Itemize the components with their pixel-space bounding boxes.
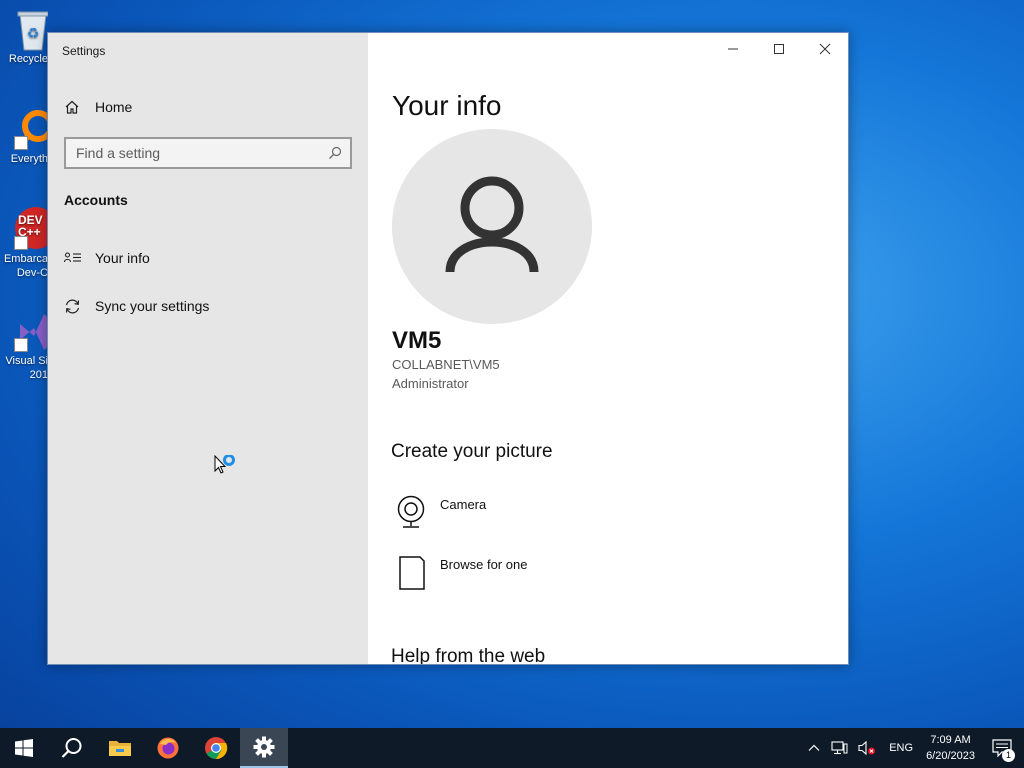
recycle-bin-icon: ♻ — [17, 11, 49, 51]
search-input[interactable] — [76, 145, 328, 161]
settings-icon — [253, 736, 275, 758]
camera-icon — [397, 495, 425, 528]
nav-pane: Settings Home Accounts Yo — [48, 33, 368, 664]
file-explorer-button[interactable] — [96, 728, 144, 768]
camera-option[interactable]: Camera — [394, 495, 694, 535]
nav-home-label: Home — [95, 99, 133, 115]
nav-item-your-info[interactable]: Your info — [64, 245, 352, 271]
notification-count-badge: 1 — [1002, 749, 1015, 762]
maximize-icon — [774, 44, 784, 54]
document-icon — [399, 556, 425, 590]
network-icon — [831, 741, 848, 755]
chrome-icon — [205, 737, 228, 760]
page-title: Your info — [392, 90, 502, 121]
desktop-icon-visual-studio[interactable]: Visual Si 201 — [0, 308, 48, 382]
system-tray: ENG 7:09 AM 6/20/2023 1 — [803, 728, 1024, 768]
settings-taskbar-button[interactable] — [240, 728, 288, 768]
shortcut-arrow-icon — [14, 236, 28, 250]
action-center-button[interactable]: 1 — [980, 728, 1024, 768]
window-controls — [710, 33, 848, 65]
user-name: VM5 — [392, 327, 442, 354]
shortcut-arrow-icon — [14, 136, 28, 150]
chevron-up-icon — [808, 744, 820, 751]
language-indicator[interactable]: ENG — [881, 728, 921, 768]
svg-text:♻: ♻ — [27, 26, 40, 42]
desktop-icon-label: Everyth — [10, 153, 48, 165]
clock-date: 6/20/2023 — [926, 750, 975, 762]
browse-option[interactable]: Browse for one — [394, 555, 694, 595]
start-icon — [15, 739, 33, 757]
volume-muted-icon — [858, 740, 876, 756]
file-explorer-icon — [109, 741, 131, 756]
help-from-web-header: Help from the web — [391, 646, 546, 664]
clock[interactable]: 7:09 AM 6/20/2023 — [921, 728, 980, 768]
desktop-icon-label: Embarca — [3, 253, 48, 265]
avatar — [392, 129, 592, 324]
close-button[interactable] — [802, 33, 848, 65]
search-box[interactable] — [64, 137, 352, 169]
nav-home-button[interactable]: Home — [64, 95, 352, 119]
taskbar: ENG 7:09 AM 6/20/2023 1 — [0, 728, 1024, 768]
person-card-icon — [64, 252, 81, 263]
nav-item-sync-settings[interactable]: Sync your settings — [64, 293, 352, 319]
firefox-icon — [157, 737, 179, 759]
create-picture-header: Create your picture — [391, 441, 553, 462]
camera-label: Camera — [440, 497, 487, 512]
desktop-icon-label-line2: Dev-C — [16, 267, 48, 279]
user-domain: COLLABNET\VM5 — [392, 357, 500, 372]
search-icon — [329, 146, 342, 159]
desktop-icon-label-line2: 201 — [29, 369, 48, 381]
shortcut-arrow-icon — [14, 338, 28, 352]
firefox-button[interactable] — [144, 728, 192, 768]
content-pane: Your info VM5 COLLABNET\VM5 Administrato… — [368, 33, 848, 664]
maximize-button[interactable] — [756, 33, 802, 65]
nav-item-label: Sync your settings — [95, 298, 210, 314]
network-button[interactable] — [825, 728, 853, 768]
chrome-button[interactable] — [192, 728, 240, 768]
start-button[interactable] — [0, 728, 48, 768]
desktop-icon-label: Visual Si — [5, 355, 48, 367]
taskbar-search-button[interactable] — [48, 728, 96, 768]
minimize-icon — [728, 48, 738, 50]
settings-window: Settings Home Accounts Yo — [47, 32, 849, 665]
sync-icon — [65, 299, 80, 313]
nav-section-label: Accounts — [64, 192, 128, 208]
volume-button[interactable] — [853, 728, 881, 768]
close-icon — [819, 43, 831, 55]
person-silhouette-icon — [445, 176, 539, 273]
desktop-icon-everything[interactable]: Everyth — [0, 106, 54, 166]
show-hidden-icons-button[interactable] — [803, 728, 825, 768]
desktop-icon-label: Recycle — [8, 53, 48, 65]
desktop-icon-dev-cpp[interactable]: DEV C++ Embarca Dev-C — [0, 206, 57, 280]
nav-item-label: Your info — [95, 250, 150, 266]
home-icon — [65, 100, 79, 114]
search-icon — [61, 738, 82, 758]
desktop-icon-recycle-bin[interactable]: ♻ Recycle — [0, 6, 49, 66]
dev-cpp-logo-text: DEV C++ — [18, 213, 43, 239]
busy-cursor-icon — [214, 454, 238, 482]
minimize-button[interactable] — [710, 33, 756, 65]
window-title: Settings — [62, 44, 106, 58]
browse-label: Browse for one — [440, 557, 528, 572]
clock-time: 7:09 AM — [930, 734, 971, 746]
user-role: Administrator — [392, 376, 469, 391]
